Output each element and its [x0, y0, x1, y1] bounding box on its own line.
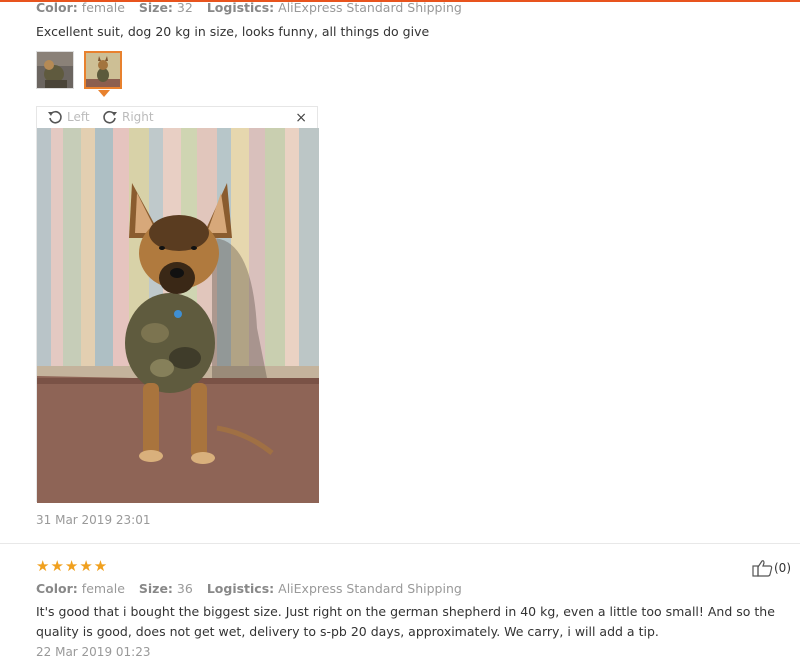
logistics-value: AliExpress Standard Shipping [278, 581, 462, 596]
review-divider [0, 543, 800, 544]
viewer-toolbar: Left Right × [37, 107, 317, 128]
rotate-right-button[interactable]: Right [102, 109, 154, 125]
size-value: 32 [176, 0, 193, 15]
dog-thumbnail-image [86, 53, 120, 87]
helpful-count: (0) [774, 561, 791, 575]
image-viewer: Left Right × [36, 106, 319, 503]
color-label: Color: [36, 581, 78, 596]
size-value: 36 [176, 581, 193, 596]
rotate-right-icon [103, 110, 117, 124]
logistics-value: AliExpress Standard Shipping [278, 0, 462, 15]
review-photo-thumbnail-selected[interactable] [84, 51, 122, 89]
review1-meta: Color: female Size: 32 Logistics: AliExpres… [36, 0, 462, 15]
color-value: female [81, 0, 125, 15]
review1-date: 31 Mar 2019 23:01 [36, 513, 151, 527]
color-value: female [81, 581, 125, 596]
thumbs-up-icon [752, 560, 773, 577]
logistics-label: Logistics: [206, 0, 275, 15]
size-label: Size: [138, 0, 173, 15]
review1-text: Excellent suit, dog 20 kg in size, looks… [36, 24, 430, 39]
dog-thumbnail-image [37, 52, 73, 88]
thumbnail-selection-pointer [98, 90, 110, 97]
rotate-left-label: Left [67, 110, 90, 124]
review-photo-thumbnail[interactable] [36, 51, 74, 89]
logistics-label: Logistics: [206, 581, 275, 596]
rotate-left-icon [48, 110, 62, 124]
helpful-button[interactable]: (0) [752, 559, 791, 577]
rating-stars: ★★★★★ [36, 557, 109, 575]
color-label: Color: [36, 0, 78, 15]
rotate-left-button[interactable]: Left [47, 109, 90, 125]
review2-text: It's good that i bought the biggest size… [36, 604, 775, 639]
review2-meta: Color: female Size: 36 Logistics: AliExpres… [36, 581, 462, 596]
review2-date: 22 Mar 2019 01:23 [36, 645, 151, 659]
size-label: Size: [138, 581, 173, 596]
review-photo-large [37, 128, 319, 503]
close-viewer-button[interactable]: × [295, 110, 307, 126]
rotate-right-label: Right [122, 110, 154, 124]
